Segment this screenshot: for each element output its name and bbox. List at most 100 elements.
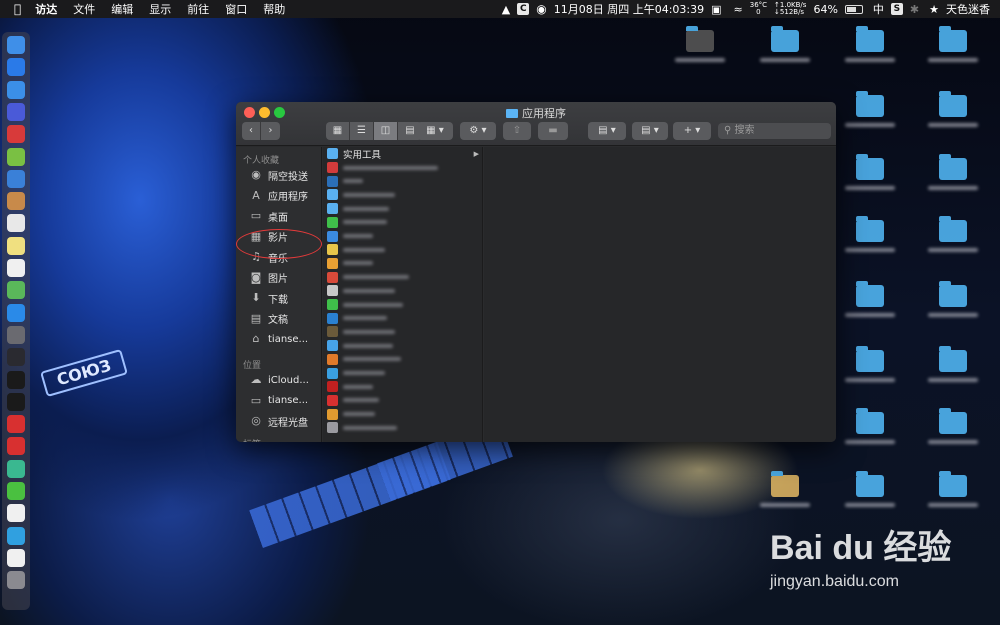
dock-app-icon[interactable] bbox=[7, 459, 25, 478]
input-method[interactable]: 中 bbox=[873, 1, 884, 17]
sidebar-favorite-item[interactable]: ⌂ tianse... bbox=[236, 330, 322, 348]
list-item[interactable] bbox=[323, 394, 483, 408]
menu-edit[interactable]: 编辑 bbox=[111, 1, 133, 17]
favorites-star-icon[interactable]: ★ bbox=[929, 3, 939, 16]
sidebar-favorite-item[interactable]: A 应用程序 bbox=[236, 187, 322, 205]
list-item[interactable] bbox=[323, 202, 483, 216]
dock-app-icon[interactable] bbox=[7, 125, 25, 144]
list-item[interactable] bbox=[323, 161, 483, 175]
list-item[interactable] bbox=[323, 421, 483, 435]
dock-app-icon[interactable] bbox=[7, 58, 25, 77]
list-item[interactable] bbox=[323, 243, 483, 257]
desktop-icon[interactable] bbox=[928, 216, 978, 252]
desktop-icon[interactable] bbox=[845, 26, 895, 62]
list-item[interactable] bbox=[323, 270, 483, 284]
dock-app-icon[interactable] bbox=[7, 80, 25, 99]
user-name[interactable]: 天色迷香 bbox=[946, 1, 990, 17]
battery-icon[interactable] bbox=[844, 4, 863, 14]
desktop-icon[interactable] bbox=[928, 281, 978, 317]
dock-app-icon[interactable] bbox=[7, 214, 25, 233]
dock-app-icon[interactable] bbox=[7, 526, 25, 545]
bluetooth-icon[interactable]: ✱ bbox=[910, 3, 919, 16]
list-item[interactable] bbox=[323, 298, 483, 312]
desktop-icon[interactable] bbox=[928, 26, 978, 62]
dock-app-icon[interactable] bbox=[7, 236, 25, 255]
sidebar-favorite-item[interactable]: ▭ 桌面 bbox=[236, 207, 322, 225]
share-button[interactable]: ⇧ bbox=[503, 122, 531, 140]
list-item-utilities[interactable]: 实用工具 ▶ bbox=[323, 147, 483, 161]
display-icon[interactable]: ▣ bbox=[711, 3, 721, 16]
dock-app-icon[interactable] bbox=[7, 147, 25, 166]
dock-app-icon[interactable] bbox=[7, 102, 25, 121]
list-item[interactable] bbox=[323, 339, 483, 353]
list-item[interactable] bbox=[323, 257, 483, 271]
desktop-icon[interactable] bbox=[928, 471, 978, 507]
datetime[interactable]: 11月08日 周四 上午04:03:39 bbox=[554, 1, 704, 17]
desktop-icon[interactable] bbox=[845, 346, 895, 382]
desktop-icon[interactable] bbox=[928, 91, 978, 127]
dock-app-icon[interactable] bbox=[7, 325, 25, 344]
copy-button[interactable]: ▤ ▾ bbox=[632, 122, 668, 140]
dock-app-icon[interactable] bbox=[7, 482, 25, 500]
back-button[interactable]: ‹ bbox=[242, 122, 261, 140]
battery-percent[interactable]: 64% bbox=[813, 3, 837, 16]
list-item[interactable] bbox=[323, 174, 483, 188]
dock-app-icon[interactable] bbox=[7, 169, 25, 188]
dock-app-icon[interactable] bbox=[7, 370, 25, 389]
add-button[interactable]: + ▾ bbox=[673, 122, 711, 140]
desktop-icon[interactable] bbox=[760, 471, 810, 507]
desktop-icon[interactable] bbox=[760, 26, 810, 62]
dock-app-icon[interactable] bbox=[7, 303, 25, 322]
dock-app-icon[interactable] bbox=[7, 392, 25, 411]
wifi-icon[interactable]: ≈ bbox=[734, 3, 743, 16]
dock-app-icon[interactable] bbox=[7, 548, 25, 567]
desktop-icon[interactable] bbox=[845, 154, 895, 190]
desktop-icon[interactable] bbox=[845, 91, 895, 127]
list-item[interactable] bbox=[323, 284, 483, 298]
app-menu-finder[interactable]: 访达 bbox=[35, 1, 57, 17]
dock-app-icon[interactable] bbox=[7, 571, 25, 590]
column-view-button[interactable]: ◫ bbox=[374, 122, 398, 140]
menu-view[interactable]: 显示 bbox=[149, 1, 171, 17]
sidebar-favorite-item[interactable]: ◙ 图片 bbox=[236, 269, 322, 287]
new-document-button[interactable]: ▤ ▾ bbox=[588, 122, 626, 140]
s-app-icon[interactable]: S bbox=[890, 3, 903, 15]
group-button[interactable]: ▦ ▾ bbox=[417, 122, 453, 140]
apple-menu-icon[interactable]:  bbox=[14, 2, 21, 16]
search-field[interactable]: ⚲ 搜索 bbox=[718, 123, 831, 139]
sidebar-location-item[interactable]: ☁ iCloud... bbox=[236, 371, 322, 389]
sidebar-location-item[interactable]: ◎ 远程光盘 bbox=[236, 412, 322, 430]
list-item[interactable] bbox=[323, 229, 483, 243]
dock-app-icon[interactable] bbox=[7, 348, 25, 367]
temperature-readout[interactable]: 36°C 0 bbox=[750, 2, 767, 16]
list-item[interactable] bbox=[323, 216, 483, 230]
desktop-icon[interactable] bbox=[845, 216, 895, 252]
action-gear-button[interactable]: ⚙ ▾ bbox=[460, 122, 496, 140]
list-item[interactable] bbox=[323, 366, 483, 380]
desktop-icon[interactable] bbox=[928, 408, 978, 444]
icon-view-button[interactable]: ▦ bbox=[326, 122, 350, 140]
c-app-icon[interactable]: C bbox=[517, 3, 530, 15]
desktop-icon[interactable] bbox=[845, 408, 895, 444]
tag-button[interactable]: ▬ bbox=[538, 122, 568, 140]
desktop-icon[interactable] bbox=[675, 26, 725, 62]
list-item[interactable] bbox=[323, 325, 483, 339]
dock-app-icon[interactable] bbox=[7, 281, 25, 300]
sidebar-favorite-item[interactable]: ⬇ 下载 bbox=[236, 289, 322, 307]
dock-app-icon[interactable] bbox=[7, 437, 25, 456]
list-item[interactable] bbox=[323, 407, 483, 421]
list-item[interactable] bbox=[323, 188, 483, 202]
sidebar-favorite-item[interactable]: ◉ 隔空投送 bbox=[236, 166, 322, 184]
dock-app-icon[interactable] bbox=[7, 36, 25, 54]
list-item[interactable] bbox=[323, 353, 483, 367]
list-view-button[interactable]: ☰ bbox=[350, 122, 374, 140]
dock-app-icon[interactable] bbox=[7, 259, 25, 277]
sidebar-favorite-item[interactable]: ▤ 文稿 bbox=[236, 310, 322, 328]
sidebar-location-item[interactable]: ▭ tianse... bbox=[236, 392, 322, 410]
dock-app-icon[interactable] bbox=[7, 415, 25, 434]
desktop-icon[interactable] bbox=[928, 154, 978, 190]
list-item[interactable] bbox=[323, 380, 483, 394]
menu-file[interactable]: 文件 bbox=[73, 1, 95, 17]
network-speed[interactable]: ↑1.0KB/s ↓512B/s bbox=[774, 2, 806, 16]
notification-icon[interactable]: ▲ bbox=[502, 3, 510, 16]
